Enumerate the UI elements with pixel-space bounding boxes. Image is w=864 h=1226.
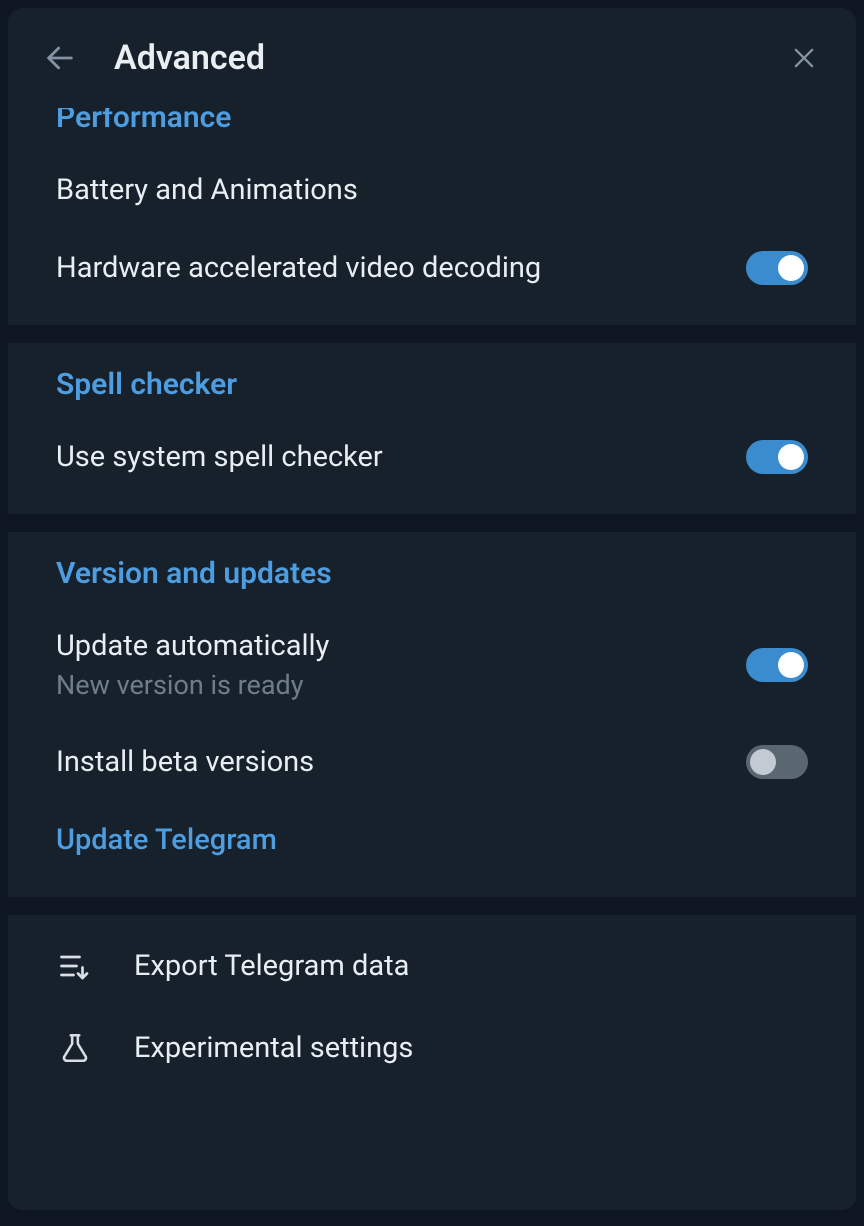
close-icon xyxy=(790,44,818,72)
section-spell-checker: Spell checker Use system spell checker xyxy=(8,343,856,514)
section-divider xyxy=(8,325,856,343)
row-update-telegram[interactable]: Update Telegram xyxy=(8,801,856,879)
row-experimental[interactable]: Experimental settings xyxy=(8,1007,856,1089)
section-divider xyxy=(8,897,856,915)
toggle-hw-decode[interactable] xyxy=(746,251,808,285)
row-label: Use system spell checker xyxy=(56,440,746,474)
export-icon xyxy=(56,947,94,985)
row-auto-update[interactable]: Update automatically New version is read… xyxy=(8,607,856,723)
toggle-auto-update[interactable] xyxy=(746,648,808,682)
section-header-spell: Spell checker xyxy=(8,343,856,418)
section-actions: Export Telegram data Experimental settin… xyxy=(8,915,856,1107)
arrow-left-icon xyxy=(43,41,77,75)
row-battery-animations[interactable]: Battery and Animations xyxy=(8,151,856,229)
row-install-beta[interactable]: Install beta versions xyxy=(8,723,856,801)
row-label: Experimental settings xyxy=(134,1031,413,1065)
section-divider xyxy=(8,514,856,532)
row-system-spell[interactable]: Use system spell checker xyxy=(8,418,856,496)
toggle-system-spell[interactable] xyxy=(746,440,808,474)
row-label: Export Telegram data xyxy=(134,949,409,983)
row-hw-decode[interactable]: Hardware accelerated video decoding xyxy=(8,229,856,307)
row-sublabel: New version is ready xyxy=(56,669,746,701)
row-export-data[interactable]: Export Telegram data xyxy=(8,925,856,1007)
row-label: Update automatically xyxy=(56,629,746,663)
section-header-performance: Performance xyxy=(8,108,856,151)
flask-icon xyxy=(56,1029,94,1067)
toggle-install-beta[interactable] xyxy=(746,745,808,779)
row-label: Install beta versions xyxy=(56,745,746,779)
row-label: Update Telegram xyxy=(56,823,808,857)
row-label: Battery and Animations xyxy=(56,173,808,207)
close-button[interactable] xyxy=(784,38,824,78)
panel-content: Performance Battery and Animations Hardw… xyxy=(8,108,856,1210)
row-label: Hardware accelerated video decoding xyxy=(56,251,746,285)
page-title: Advanced xyxy=(114,38,265,78)
section-header-version: Version and updates xyxy=(8,532,856,607)
back-button[interactable] xyxy=(40,38,80,78)
panel-header: Advanced xyxy=(8,8,856,108)
section-performance: Performance Battery and Animations Hardw… xyxy=(8,108,856,325)
section-version-updates: Version and updates Update automatically… xyxy=(8,532,856,897)
settings-panel: Advanced Performance Battery and Animati… xyxy=(8,8,856,1210)
